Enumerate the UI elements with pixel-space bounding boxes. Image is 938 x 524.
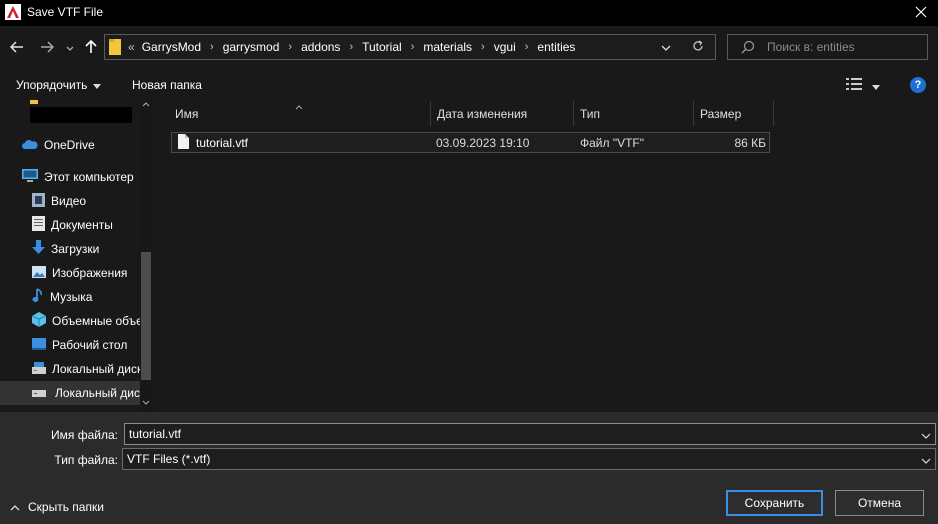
breadcrumb-item[interactable]: entities	[537, 40, 575, 54]
redacted-item	[30, 107, 132, 123]
computer-icon	[22, 169, 38, 185]
file-type: Файл "VTF"	[580, 136, 645, 150]
scrollbar-thumb[interactable]	[141, 252, 151, 380]
filetype-label: Тип файла:	[54, 453, 118, 467]
scroll-down-icon[interactable]	[141, 400, 151, 408]
breadcrumb-item[interactable]: Tutorial	[362, 40, 402, 54]
chevron-right-icon[interactable]: ›	[349, 41, 353, 53]
search-placeholder: Поиск в: entities	[767, 40, 855, 54]
chevron-down-icon	[661, 40, 671, 54]
scroll-up-icon[interactable]	[141, 102, 151, 110]
chevron-down-icon[interactable]	[921, 428, 931, 442]
file-icon	[178, 134, 189, 152]
app-icon	[5, 4, 21, 20]
sidebar-item-music[interactable]: Музыка	[0, 285, 153, 309]
chevron-right-icon[interactable]: ›	[288, 41, 292, 53]
chevron-up-icon	[10, 500, 20, 514]
documents-icon	[32, 216, 45, 234]
sidebar-item-pictures[interactable]: Изображения	[0, 261, 153, 285]
up-button[interactable]	[82, 36, 100, 60]
sidebar-item-local-disk-d[interactable]: Локальный диск (D:)	[0, 381, 153, 405]
folder-icon	[109, 38, 123, 59]
breadcrumb-item[interactable]: materials	[423, 40, 472, 54]
drive-icon	[32, 361, 46, 377]
filename-field[interactable]: tutorial.vtf	[124, 423, 936, 445]
breadcrumb-item[interactable]: garrysmod	[223, 40, 280, 54]
organize-label: Упорядочить	[16, 78, 88, 92]
filetype-select[interactable]: VTF Files (*.vtf)	[122, 448, 936, 470]
folder-icon	[30, 100, 38, 104]
search-icon	[741, 40, 755, 57]
column-header-name[interactable]: Имя	[169, 101, 431, 126]
address-dropdown[interactable]	[658, 39, 674, 55]
video-icon	[32, 192, 45, 210]
sidebar-item-documents[interactable]: Документы	[0, 213, 153, 237]
chevron-right-icon[interactable]: ›	[481, 41, 485, 53]
help-icon: ?	[914, 79, 922, 91]
details-view-icon	[846, 78, 862, 93]
filename-label: Имя файла:	[51, 428, 118, 442]
cancel-button[interactable]: Отмена	[835, 490, 924, 516]
chevron-right-icon[interactable]: ›	[525, 41, 529, 53]
new-folder-button[interactable]: Новая папка	[132, 78, 202, 92]
pictures-icon	[32, 265, 46, 281]
file-size: 86 КБ	[734, 136, 766, 150]
download-icon	[32, 240, 45, 258]
hide-folders-label: Скрыть папки	[28, 500, 104, 514]
breadcrumb-item[interactable]: vgui	[494, 40, 516, 54]
recent-locations-button[interactable]	[63, 36, 77, 60]
chevron-down-icon	[921, 453, 931, 467]
sidebar-item-onedrive[interactable]: OneDrive	[0, 133, 153, 157]
close-button[interactable]	[903, 0, 938, 26]
breadcrumb: « GarrysMod › garrysmod › addons › Tutor…	[128, 40, 575, 54]
window-title: Save VTF File	[27, 5, 104, 19]
column-header-type[interactable]: Тип	[574, 101, 694, 126]
cloud-icon	[22, 138, 38, 152]
chevron-right-icon[interactable]: ›	[210, 41, 214, 53]
file-name: tutorial.vtf	[196, 136, 249, 150]
organize-button[interactable]: Упорядочить	[16, 78, 102, 92]
sidebar-item-local-disk-c[interactable]: Локальный диск (C:)	[0, 357, 153, 381]
chevron-down-icon	[66, 41, 74, 55]
refresh-button[interactable]	[690, 39, 706, 55]
filename-value: tutorial.vtf	[129, 427, 182, 441]
forward-button[interactable]	[36, 36, 58, 60]
column-header-date[interactable]: Дата изменения	[431, 101, 574, 126]
sidebar-item-video[interactable]: Видео	[0, 189, 153, 213]
hide-folders-button[interactable]: Скрыть папки	[10, 500, 104, 514]
refresh-icon	[692, 39, 704, 55]
3d-objects-icon	[31, 312, 47, 330]
chevron-right-icon[interactable]: ›	[411, 41, 415, 53]
save-button[interactable]: Сохранить	[726, 490, 823, 516]
title-bar	[0, 0, 938, 26]
breadcrumb-item[interactable]: GarrysMod	[142, 40, 201, 54]
drive-icon	[32, 386, 46, 400]
arrow-left-icon	[9, 40, 24, 56]
music-icon	[32, 288, 44, 306]
back-button[interactable]	[6, 36, 28, 60]
help-button[interactable]: ?	[910, 77, 926, 93]
filetype-value: VTF Files (*.vtf)	[127, 452, 211, 466]
file-modified: 03.09.2023 19:10	[436, 136, 530, 150]
column-header-size[interactable]: Размер	[694, 101, 774, 126]
sidebar-item-downloads[interactable]: Загрузки	[0, 237, 153, 261]
sidebar-item-desktop[interactable]: Рабочий стол	[0, 333, 153, 357]
navigation-pane: OneDrive Этот компьютер Видео Документы …	[0, 100, 153, 412]
breadcrumb-overflow[interactable]: «	[128, 40, 135, 54]
close-icon	[915, 6, 927, 21]
view-options-button[interactable]	[846, 78, 880, 93]
sidebar-item-this-pc[interactable]: Этот компьютер	[0, 165, 153, 189]
arrow-right-icon	[40, 40, 55, 56]
caret-down-icon	[872, 79, 880, 93]
sidebar-item-3d-objects[interactable]: Объемные объекты	[0, 309, 153, 333]
desktop-icon	[32, 337, 46, 353]
arrow-up-icon	[85, 39, 97, 57]
caret-down-icon	[93, 78, 102, 92]
breadcrumb-item[interactable]: addons	[301, 40, 340, 54]
